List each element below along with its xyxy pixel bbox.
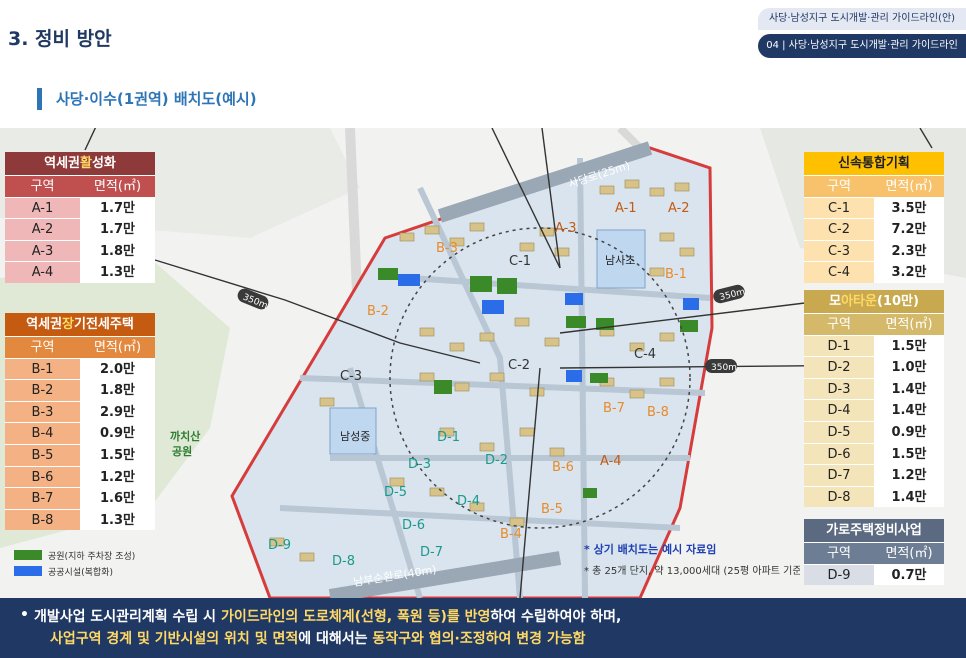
table-fast-integrated-plan: 신속통합기획 구역 면적(㎡) C-1 3.5만 C-2 7.2만 C-3 2.3만 C… [804, 152, 944, 283]
table-row: C-4 3.2만 [804, 261, 944, 283]
svg-text:350m: 350m [711, 363, 737, 373]
table-header-row: 구역 면적(㎡) [5, 336, 155, 358]
zone-label: D-6 [402, 518, 425, 533]
table-station-activation: 역세권활성화 구역 면적(㎡) A-1 1.7만 A-2 1.7만 A-3 1.8만 A… [5, 152, 155, 283]
zone-label: A-3 [555, 221, 577, 236]
table-row: B-4 0.9만 [5, 422, 155, 444]
page-title: 3. 정비 방안 [8, 28, 112, 50]
table-title: 신속통합기획 [804, 152, 944, 175]
bullet: • [20, 607, 29, 623]
park-label: 까치산 [170, 429, 200, 443]
table-row: D-7 1.2만 [804, 464, 944, 486]
map-legend: 공원(지하 주차장 조성) 공공시설(복합화) [14, 547, 135, 579]
table-row: A-1 1.7만 [5, 196, 155, 219]
table-row: D-8 1.4만 [804, 485, 944, 508]
table-long-term-rental: 역세권장기전세주택 구역 면적(㎡) B-1 2.0만 B-2 1.8만 B-3 2.9… [5, 313, 155, 531]
table-header-row: 구역 면적(㎡) [804, 313, 944, 335]
table-row: C-3 2.3만 [804, 239, 944, 262]
school-label: 남사초 [605, 254, 635, 267]
zone-label: D-9 [268, 538, 291, 553]
table-header-row: 구역 면적(㎡) [5, 175, 155, 197]
legend-item-public: 공공시설(복합화) [14, 563, 135, 579]
table-title: 역세권활성화 [5, 152, 155, 175]
table-title: 가로주택정비사업 [804, 519, 944, 542]
table-row: A-3 1.8만 [5, 239, 155, 262]
table-row: B-7 1.6만 [5, 487, 155, 509]
park-swatch [14, 550, 42, 560]
table-row: D-3 1.4만 [804, 377, 944, 400]
footer-line-2: 사업구역 경계 및 기반시설의 위치 및 면적에 대해서는 동작구와 협의·조정… [50, 631, 586, 647]
zone-label: A-1 [615, 201, 637, 216]
zone-label: C-1 [509, 254, 531, 269]
header-tag: 사당·남성지구 도시개발·관리 가이드라인(안) [758, 8, 966, 30]
table-row: B-5 1.5만 [5, 443, 155, 466]
zone-label: B-8 [647, 405, 669, 420]
guideline-footer: • 개발사업 도시관리계획 수립 시 가이드라인의 도로체계(선형, 폭원 등)… [0, 598, 966, 658]
table-row: B-3 2.9만 [5, 400, 155, 423]
table-header-row: 구역 면적(㎡) [804, 175, 944, 197]
table-row: D-1 1.5만 [804, 334, 944, 357]
zone-label: B-5 [541, 502, 563, 517]
zone-label: C-3 [340, 369, 362, 384]
table-row: D-6 1.5만 [804, 442, 944, 465]
header-tag-dark: 04 | 사당·남성지구 도시개발·관리 가이드라인(안) [758, 34, 966, 75]
table-row: A-4 1.3만 [5, 261, 155, 283]
table-row: B-8 1.3만 [5, 508, 155, 531]
table-title: 모아타운(10만) [804, 290, 944, 313]
table-street-housing: 가로주택정비사업 구역 면적(㎡) D-9 0.7만 [804, 519, 944, 586]
example-note: * 상기 배치도는 예시 자료임 [584, 543, 717, 556]
table-row: D-4 1.4만 [804, 399, 944, 421]
zone-label: D-7 [420, 545, 443, 560]
zone-label: A-2 [668, 201, 690, 216]
park-label: 공원 [172, 444, 192, 458]
zone-label: D-2 [485, 453, 508, 468]
zone-label: B-4 [500, 527, 522, 542]
zone-label: D-4 [457, 494, 480, 509]
zone-label: D-1 [437, 430, 460, 445]
table-header-row: 구역 면적(㎡) [804, 542, 944, 564]
section-subtitle: 사당·이수(1권역) 배치도(예시) [37, 88, 257, 110]
zone-label: C-4 [634, 347, 656, 362]
zone-label: B-1 [665, 267, 687, 282]
table-row: C-1 3.5만 [804, 196, 944, 219]
public-swatch [14, 566, 42, 576]
zone-label: B-6 [552, 460, 574, 475]
table-row: A-2 1.7만 [5, 218, 155, 240]
zone-label: C-2 [508, 358, 530, 373]
summary-note: * 총 25개 단지, 약 13,000세대 (25평 아파트 기준) [584, 566, 800, 577]
table-row: D-9 0.7만 [804, 563, 944, 586]
zone-label: D-5 [384, 485, 407, 500]
school-label: 남성중 [340, 430, 370, 443]
zone-label: B-2 [367, 304, 389, 319]
zone-label: B-7 [603, 401, 625, 416]
zone-label: D-8 [332, 554, 355, 569]
table-title: 역세권장기전세주택 [5, 313, 155, 336]
table-row: B-6 1.2만 [5, 465, 155, 488]
zone-label: D-3 [408, 457, 431, 472]
table-row: D-5 0.9만 [804, 420, 944, 443]
table-row: D-2 1.0만 [804, 356, 944, 378]
footer-line-1: 개발사업 도시관리계획 수립 시 가이드라인의 도로체계(선형, 폭원 등)를 … [34, 609, 622, 625]
table-row: B-1 2.0만 [5, 357, 155, 380]
zone-label: B-3 [436, 241, 458, 256]
table-mo-a-town: 모아타운(10만) 구역 면적(㎡) D-1 1.5만 D-2 1.0만 D-3 1.4… [804, 290, 944, 508]
table-row: B-2 1.8만 [5, 379, 155, 401]
table-row: C-2 7.2만 [804, 218, 944, 240]
legend-item-park: 공원(지하 주차장 조성) [14, 547, 135, 563]
zone-label: A-4 [600, 454, 622, 469]
